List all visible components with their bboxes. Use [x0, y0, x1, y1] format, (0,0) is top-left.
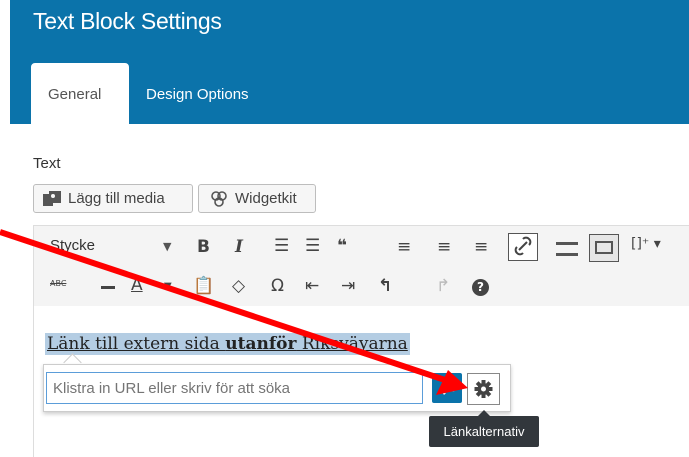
annotation-arrow: [0, 229, 468, 395]
